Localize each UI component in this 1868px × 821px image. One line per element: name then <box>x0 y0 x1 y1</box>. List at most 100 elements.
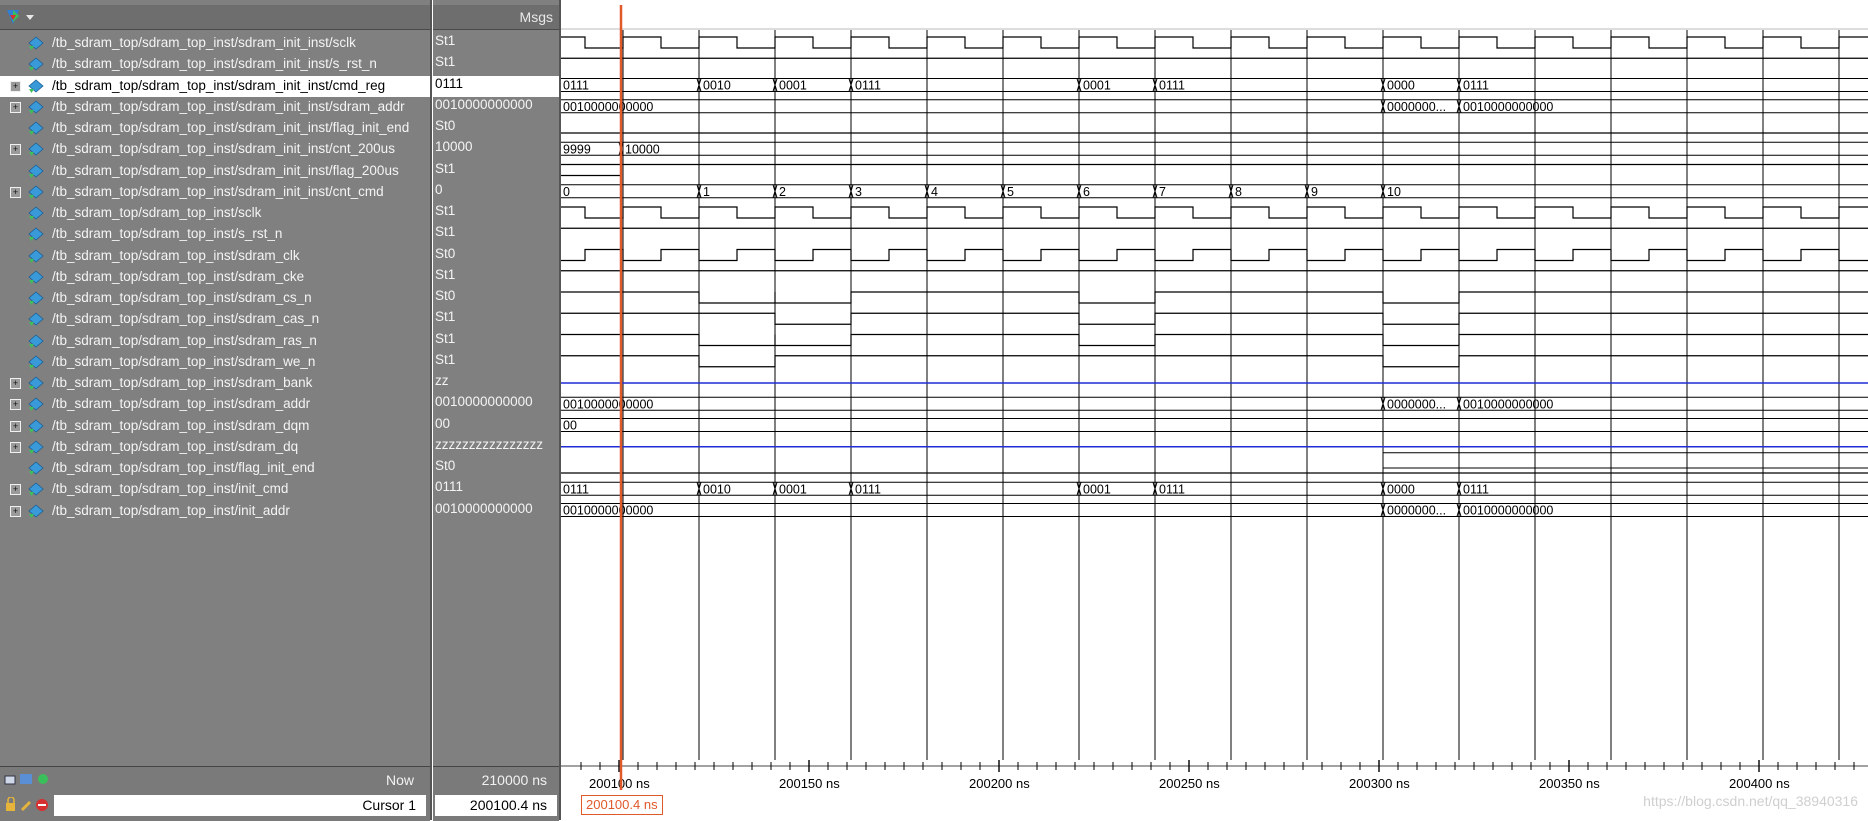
clock-waveform <box>561 248 1868 262</box>
signal-row[interactable]: + /tb_sdram_top/sdram_top_inst/init_cmd <box>0 479 430 500</box>
clock-waveform <box>561 206 1868 219</box>
signal-diamond-icon <box>28 333 44 348</box>
toolbar-icons-bottom[interactable] <box>4 797 52 813</box>
signal-name: /tb_sdram_top/sdram_top_inst/sdram_init_… <box>52 162 399 178</box>
signal-value: 0010000000000 <box>435 500 533 516</box>
signal-row[interactable]: /tb_sdram_top/sdram_top_inst/sdram_ras_n <box>0 331 430 352</box>
toolbar-icons-top[interactable] <box>4 771 52 787</box>
signal-row[interactable]: + /tb_sdram_top/sdram_top_inst/sdram_init… <box>0 97 430 118</box>
signal-row[interactable]: /tb_sdram_top/sdram_top_inst/sdram_we_n <box>0 352 430 373</box>
signal-name: /tb_sdram_top/sdram_top_inst/sdram_init_… <box>52 183 384 199</box>
bus-value-label: 0111 <box>563 482 589 496</box>
bus-value-label: 3 <box>855 185 862 199</box>
bus-value-label: 0010000000000 <box>563 397 653 411</box>
wave-tool-icon[interactable] <box>4 7 38 27</box>
signal-name: /tb_sdram_top/sdram_top_inst/flag_init_e… <box>52 460 315 475</box>
signal-row[interactable]: + /tb_sdram_top/sdram_top_inst/sdram_init… <box>0 75 430 97</box>
cursor-label: Cursor 1 <box>362 797 416 813</box>
bus-value-label: 1 <box>703 185 710 199</box>
signal-name: /tb_sdram_top/sdram_top_inst/sdram_dqm <box>52 417 310 433</box>
bus-value-label: 4 <box>931 185 938 199</box>
bus-value-label: 5 <box>1007 185 1014 199</box>
now-label: Now <box>385 772 414 788</box>
control-waveform <box>561 312 1868 325</box>
signal-diamond-icon <box>28 397 44 412</box>
signal-value: St1 <box>435 266 456 282</box>
signal-value: St1 <box>435 54 456 70</box>
timeline-tick-label: 200300 ns <box>1349 776 1410 791</box>
signal-row[interactable]: /tb_sdram_top/sdram_top_inst/sdram_clk <box>0 246 430 267</box>
control-waveform <box>561 291 1868 304</box>
signal-row[interactable]: + /tb_sdram_top/sdram_top_inst/init_addr <box>0 501 430 522</box>
signal-diamond-icon <box>28 121 44 135</box>
signal-row[interactable]: /tb_sdram_top/sdram_top_inst/sclk <box>0 203 430 224</box>
signal-diamond-icon <box>28 78 44 93</box>
signal-name: /tb_sdram_top/sdram_top_inst/sdram_init_… <box>52 56 377 72</box>
signal-row[interactable]: /tb_sdram_top/sdram_top_inst/sdram_cs_n <box>0 288 430 309</box>
signal-value: St1 <box>435 203 456 218</box>
expand-toggle-icon[interactable]: + <box>10 101 21 113</box>
expand-toggle-icon[interactable]: + <box>10 144 21 156</box>
signal-diamond-icon <box>28 312 44 327</box>
expand-toggle-icon[interactable]: + <box>10 420 21 432</box>
expand-toggle-icon[interactable]: + <box>10 80 21 92</box>
expand-toggle-icon[interactable]: + <box>10 186 21 198</box>
waveform-panel[interactable]: 0111 0010 0001 0111 0001 0111 0000 0111 0111 0010… <box>561 0 1868 820</box>
expand-toggle-icon[interactable]: + <box>10 441 21 453</box>
signal-row[interactable]: /tb_sdram_top/sdram_top_inst/sdram_init_… <box>0 33 430 54</box>
signal-name: /tb_sdram_top/sdram_top_inst/sdram_cke <box>52 268 305 284</box>
signal-name: /tb_sdram_top/sdram_top_inst/sdram_init_… <box>52 77 386 93</box>
signal-row[interactable]: + /tb_sdram_top/sdram_top_inst/sdram_dq <box>0 437 430 458</box>
cursor-time-marker[interactable]: 200100.4 ns <box>581 795 663 815</box>
signal-row[interactable]: /tb_sdram_top/sdram_top_inst/sdram_init_… <box>0 54 430 75</box>
signal-row[interactable]: + /tb_sdram_top/sdram_top_inst/sdram_init… <box>0 182 430 203</box>
signal-value: 0010000000000 <box>435 96 533 112</box>
signal-value: St1 <box>435 330 456 346</box>
signal-diamond-icon <box>28 291 44 305</box>
signal-name: /tb_sdram_top/sdram_top_inst/sdram_cs_n <box>52 290 312 305</box>
signal-row[interactable]: /tb_sdram_top/sdram_top_inst/sdram_cke <box>0 267 430 288</box>
signal-row[interactable]: /tb_sdram_top/sdram_top_inst/flag_init_e… <box>0 458 430 479</box>
expand-toggle-icon[interactable]: + <box>10 505 21 517</box>
signal-diamond-icon <box>28 355 44 369</box>
signal-row[interactable]: + /tb_sdram_top/sdram_top_inst/sdram_addr <box>0 394 430 415</box>
signal-diamond-icon <box>28 142 44 157</box>
bus-value-label: 0 <box>563 185 570 199</box>
signal-row[interactable]: + /tb_sdram_top/sdram_top_inst/sdram_dqm <box>0 416 430 437</box>
timeline-tick-label: 200250 ns <box>1159 776 1220 791</box>
control-waveform <box>561 355 1868 368</box>
cursor-name-box[interactable]: Cursor 1 <box>54 795 426 816</box>
bus-value-label: 2 <box>779 185 786 199</box>
signal-name: /tb_sdram_top/sdram_top_inst/sdram_init_… <box>52 141 395 157</box>
timeline-tick-label: 200150 ns <box>779 776 840 791</box>
waveform-canvas[interactable]: 0111 0010 0001 0111 0001 0111 0000 01110111 0010… <box>561 0 1868 820</box>
signal-diamond-icon <box>28 57 44 72</box>
bus-value-label: 10 <box>1387 185 1401 199</box>
bus-value-label: 0001 <box>779 79 807 93</box>
signal-diamond-icon <box>28 206 44 220</box>
signal-diamond-icon <box>28 376 44 390</box>
signal-row[interactable]: /tb_sdram_top/sdram_top_inst/sdram_cas_n <box>0 309 430 330</box>
signal-row[interactable]: /tb_sdram_top/sdram_top_inst/sdram_init_… <box>0 161 430 182</box>
signal-row[interactable]: /tb_sdram_top/sdram_top_inst/sdram_init_… <box>0 118 430 139</box>
signal-value: St1 <box>435 160 456 176</box>
clock-waveform <box>561 36 1868 49</box>
bus-value-label: 0010000000000 <box>563 100 653 114</box>
signal-row[interactable]: + /tb_sdram_top/sdram_top_inst/sdram_bank <box>0 373 430 394</box>
expand-toggle-icon[interactable]: + <box>10 378 21 389</box>
signal-row[interactable]: /tb_sdram_top/sdram_top_inst/s_rst_n <box>0 224 430 245</box>
expand-toggle-icon[interactable]: + <box>10 484 21 496</box>
watermark-text: https://blog.csdn.net/qq_38940316 <box>1643 793 1858 809</box>
signal-name: /tb_sdram_top/sdram_top_inst/s_rst_n <box>52 226 283 242</box>
signal-value: 10000 <box>435 139 473 155</box>
signal-value: 0010000000000 <box>435 394 533 410</box>
bus-value-label: 6 <box>1083 185 1090 199</box>
expand-toggle-icon[interactable]: + <box>10 399 21 411</box>
bus-value-label: 9999 <box>563 142 591 156</box>
signal-name: /tb_sdram_top/sdram_top_inst/sdram_we_n <box>52 353 316 369</box>
signal-value: St1 <box>435 309 456 325</box>
signal-row[interactable]: + /tb_sdram_top/sdram_top_inst/sdram_init… <box>0 139 430 160</box>
signal-value: St0 <box>435 458 456 473</box>
signal-value: St1 <box>435 224 456 240</box>
bus-value-label: 0111 <box>1463 79 1489 93</box>
